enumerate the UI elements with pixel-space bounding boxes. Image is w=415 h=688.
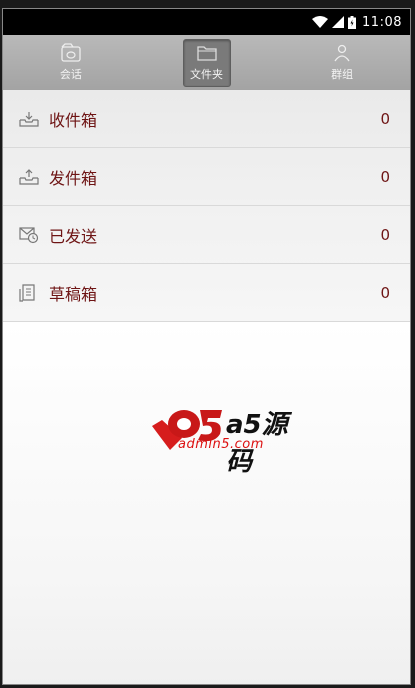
signal-icon — [332, 16, 345, 28]
battery-icon — [348, 15, 357, 29]
tab-folders[interactable]: 文件夹 — [139, 35, 275, 90]
inbox-icon — [19, 111, 39, 127]
tab-folders-label: 文件夹 — [190, 68, 223, 81]
folder-label: 已发送 — [49, 226, 98, 246]
status-icons — [312, 15, 357, 29]
sent-icon — [19, 226, 39, 243]
tab-groups-label: 群组 — [331, 68, 354, 81]
folder-label: 收件箱 — [49, 110, 98, 130]
folder-icon — [196, 46, 217, 61]
content-empty-area — [3, 322, 410, 684]
tab-groups[interactable]: 群组 — [274, 35, 410, 90]
status-bar: 11:08 — [3, 9, 410, 35]
folder-row-inbox[interactable]: 收件箱 0 — [3, 90, 410, 148]
folder-count: 0 — [380, 109, 390, 128]
chat-icon — [61, 43, 81, 62]
watermark-domain: admin5.com — [178, 437, 264, 452]
person-icon — [334, 44, 350, 62]
status-time: 11:08 — [362, 14, 402, 30]
folder-row-sent[interactable]: 已发送 0 — [3, 206, 410, 264]
tab-bar: 会话 文件夹 群组 — [3, 35, 410, 90]
phone-screen: 11:08 会话 文件夹 群组 收件箱 0 发件箱 0 已发送 0 草稿箱 0 … — [2, 8, 411, 685]
folder-row-outbox[interactable]: 发件箱 0 — [3, 148, 410, 206]
folder-list: 收件箱 0 发件箱 0 已发送 0 草稿箱 0 — [3, 90, 410, 322]
folder-count: 0 — [380, 167, 390, 186]
folder-count: 0 — [380, 283, 390, 302]
tab-conversations[interactable]: 会话 — [3, 35, 139, 90]
folder-label: 发件箱 — [49, 168, 98, 188]
drafts-icon — [19, 283, 35, 302]
watermark-logo: a5源码 admin5.com — [148, 404, 298, 477]
folder-row-drafts[interactable]: 草稿箱 0 — [3, 264, 410, 322]
outbox-icon — [19, 168, 39, 185]
tab-conversations-label: 会话 — [59, 68, 82, 81]
folder-count: 0 — [380, 225, 390, 244]
folder-label: 草稿箱 — [49, 284, 98, 304]
wifi-icon — [312, 16, 329, 28]
